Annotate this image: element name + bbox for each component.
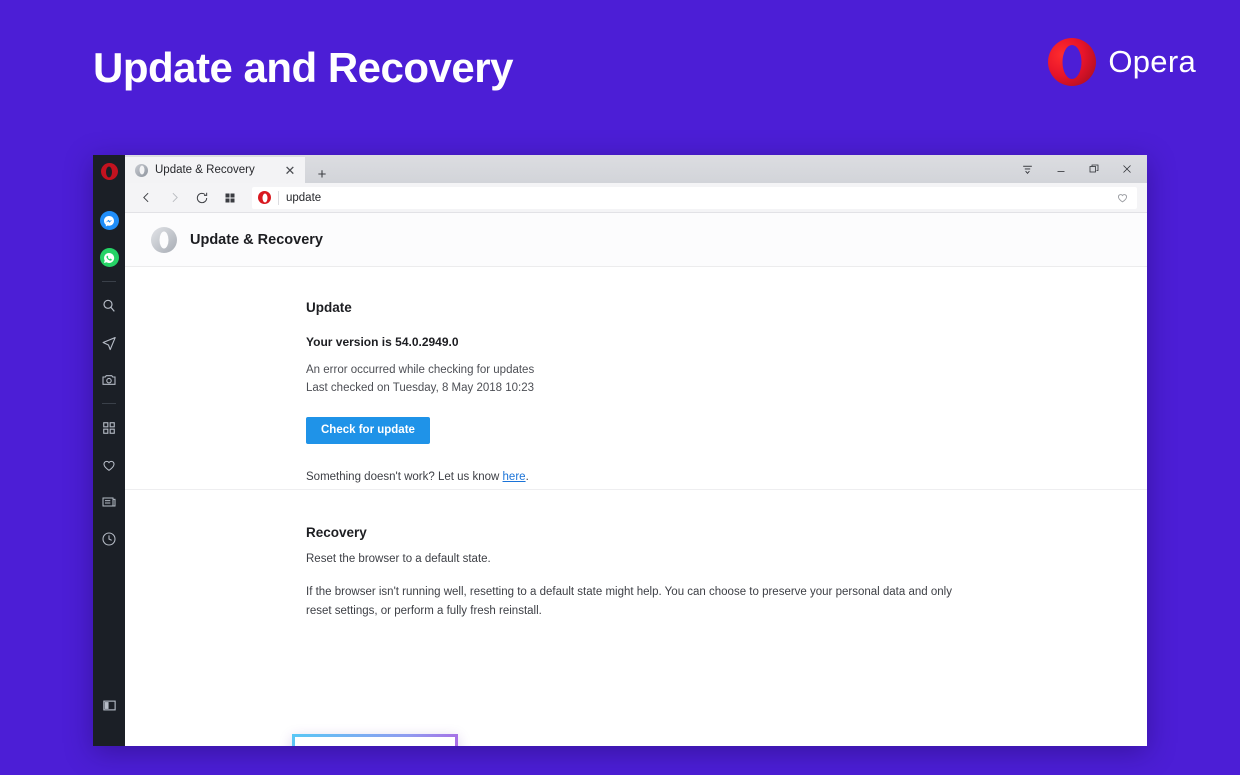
new-tab-button[interactable]: + <box>313 165 331 183</box>
recovery-subtitle: Reset the browser to a default state. <box>306 553 491 566</box>
sidebar-item-news[interactable] <box>93 483 125 520</box>
sidebar-item-whatsapp[interactable] <box>93 239 125 276</box>
recover-callout: Recover... <box>292 734 458 746</box>
tab-label: Update & Recovery <box>155 164 255 176</box>
minimize-icon[interactable] <box>1044 155 1077 183</box>
sidebar-bottom <box>93 687 125 724</box>
speed-dial-icon[interactable] <box>217 185 243 211</box>
opera-favicon-icon <box>258 191 271 204</box>
browser-window: Update & Recovery ✕ + update Update & Re… <box>93 155 1147 746</box>
check-for-update-button[interactable]: Check for update <box>306 416 430 445</box>
grid-icon <box>103 421 115 434</box>
opera-page-icon <box>135 163 148 177</box>
clock-icon <box>102 531 116 546</box>
messenger-icon <box>99 211 119 230</box>
browser-main: Update & Recovery ✕ + update Update & Re… <box>125 155 1147 746</box>
search-icon <box>103 299 115 312</box>
recovery-body-text: If the browser isn't running well, reset… <box>306 586 952 617</box>
sidebar-divider-2 <box>102 403 116 404</box>
browser-sidebar <box>93 155 125 746</box>
address-separator <box>278 190 279 205</box>
opera-page-icon <box>151 226 177 253</box>
news-icon <box>102 497 116 506</box>
camera-icon <box>102 374 116 385</box>
forward-arrow-icon <box>161 185 187 211</box>
settings-page-header: Update & Recovery <box>125 213 1147 267</box>
recover-callout-inner: Recover... <box>295 737 455 746</box>
sidebar-item-extensions[interactable] <box>93 409 125 446</box>
opera-logo-icon <box>1048 38 1097 86</box>
feedback-text: Something doesn't work? Let us know here… <box>306 471 1147 483</box>
tab-update-recovery[interactable]: Update & Recovery ✕ <box>125 157 305 183</box>
sidebar-item-snapshot[interactable] <box>93 361 125 398</box>
close-icon[interactable] <box>1110 155 1143 183</box>
feedback-link[interactable]: here <box>503 471 526 483</box>
sidebar-divider-1 <box>102 281 116 282</box>
settings-page-title: Update & Recovery <box>190 231 323 248</box>
feedback-prefix: Something doesn't work? Let us know <box>306 471 503 484</box>
settings-content: Update Your version is 54.0.2949.0 An er… <box>125 267 1147 746</box>
sidebar-item-telegram[interactable] <box>93 324 125 361</box>
close-icon[interactable]: ✕ <box>281 161 299 179</box>
section-divider <box>125 489 1147 490</box>
opera-brand: Opera <box>1048 38 1196 86</box>
panel-toggle-icon <box>102 700 116 711</box>
heart-icon[interactable] <box>1116 191 1129 204</box>
sidebar-item-favorites[interactable] <box>93 446 125 483</box>
reload-icon[interactable] <box>189 185 215 211</box>
back-arrow-icon[interactable] <box>133 185 159 211</box>
telegram-icon <box>102 336 116 351</box>
maximize-icon[interactable] <box>1077 155 1110 183</box>
window-controls <box>1011 155 1147 183</box>
heart-icon <box>103 460 115 471</box>
sidebar-item-toggle-panel[interactable] <box>93 687 125 724</box>
navigation-toolbar: update <box>125 183 1147 213</box>
version-text: Your version is 54.0.2949.0 <box>306 335 459 349</box>
address-bar[interactable]: update <box>252 186 1137 209</box>
tab-strip: Update & Recovery ✕ + <box>125 155 1147 183</box>
address-input[interactable]: update <box>286 192 1109 204</box>
tab-menu-icon[interactable] <box>1011 155 1044 183</box>
sidebar-item-messenger[interactable] <box>93 202 125 239</box>
update-section-title: Update <box>306 300 352 315</box>
brand-name: Opera <box>1108 44 1196 79</box>
sidebar-item-history[interactable] <box>93 520 125 557</box>
opera-menu-icon[interactable] <box>100 163 118 180</box>
recovery-section-title: Recovery <box>306 525 367 541</box>
page-title: Update and Recovery <box>93 44 513 91</box>
recovery-section: Recovery Reset the browser to a default … <box>125 497 1147 620</box>
feedback-suffix: . <box>525 471 529 484</box>
sidebar-item-search[interactable] <box>93 287 125 324</box>
update-section: Update Your version is 54.0.2949.0 An er… <box>125 267 1147 483</box>
last-checked-text: Last checked on Tuesday, 8 May 2018 10:2… <box>306 381 535 394</box>
update-status-text: An error occurred while checking for upd… <box>306 364 535 376</box>
whatsapp-icon <box>99 248 119 267</box>
